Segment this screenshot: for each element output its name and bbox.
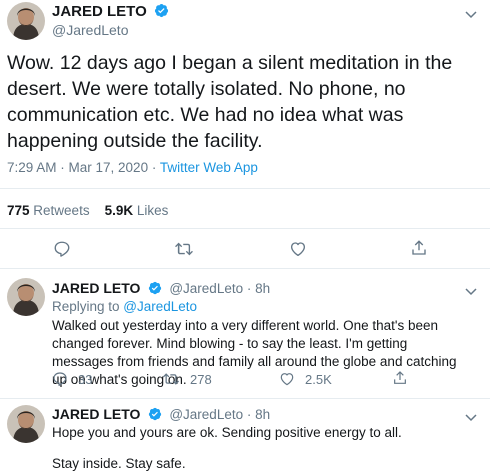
retweets-stat[interactable]: 775 Retweets: [7, 203, 90, 218]
reply-text: Walked out yesterday into a very differe…: [52, 318, 457, 387]
likes-count: 5.9K: [104, 203, 134, 218]
reply-button[interactable]: 33: [52, 371, 92, 387]
share-icon: [394, 371, 406, 384]
reply-count: 33: [78, 371, 93, 387]
reply-icon: [53, 372, 67, 386]
reply-author-name[interactable]: JARED LETO: [52, 280, 140, 296]
replying-to: Replying to @JaredLeto: [52, 299, 197, 314]
verified-badge-icon: [154, 3, 169, 23]
like-count: 2.5K: [305, 371, 332, 387]
like-button[interactable]: 2.5K: [279, 371, 332, 387]
reply-author-row: JARED LETO @JaredLeto · 8h: [52, 280, 270, 300]
main-tweet-source[interactable]: Twitter Web App: [160, 160, 258, 175]
reply-author-row: JARED LETO @JaredLeto · 8h: [52, 406, 270, 426]
main-avatar[interactable]: [7, 2, 45, 40]
reply-author-handle[interactable]: @JaredLeto · 8h: [169, 407, 270, 422]
retweet-icon[interactable]: [174, 240, 194, 263]
main-tweet-text: Wow. 12 days ago I began a silent medita…: [7, 52, 453, 152]
divider: [0, 188, 490, 189]
share-button[interactable]: [392, 370, 408, 386]
reply-author-name[interactable]: JARED LETO: [52, 406, 140, 422]
chevron-down-icon[interactable]: [465, 6, 477, 24]
main-tweet-meta: 7:29 AM · Mar 17, 2020 · Twitter Web App: [7, 160, 258, 175]
retweet-count: 278: [190, 371, 212, 387]
reply-icon[interactable]: [53, 240, 71, 263]
reply-avatar[interactable]: [7, 278, 45, 316]
retweets-label: Retweets: [33, 203, 90, 218]
share-icon[interactable]: [410, 239, 428, 262]
main-author-handle[interactable]: @JaredLeto: [52, 22, 128, 38]
like-icon[interactable]: [289, 240, 307, 263]
main-author-name[interactable]: JARED LETO: [52, 3, 147, 20]
replying-prefix: Replying to: [52, 299, 124, 314]
avatar-photo: [7, 2, 45, 40]
replying-to-link[interactable]: @JaredLeto: [123, 299, 197, 314]
divider: [0, 398, 490, 399]
avatar-photo: [7, 405, 45, 443]
chevron-down-icon[interactable]: [465, 283, 477, 301]
reply-text-line: Hope you and yours are ok. Sending posit…: [52, 425, 402, 440]
main-tweet-stats: 775 Retweets 5.9K Likes: [7, 203, 168, 218]
divider: [0, 228, 490, 229]
like-icon: [280, 373, 294, 386]
reply-author-handle[interactable]: @JaredLeto · 8h: [169, 281, 270, 296]
retweets-count: 775: [7, 203, 30, 218]
verified-badge-icon: [148, 281, 162, 300]
reply-avatar[interactable]: [7, 405, 45, 443]
reply-text-line: Stay inside. Stay safe.: [52, 456, 186, 471]
divider: [0, 268, 490, 269]
likes-label: Likes: [136, 203, 169, 218]
retweet-button[interactable]: 278: [162, 371, 212, 387]
likes-stat[interactable]: 5.9K Likes: [105, 203, 169, 218]
avatar-photo: [7, 278, 45, 316]
main-author-row: JARED LETO: [52, 3, 169, 23]
retweet-icon: [162, 373, 180, 385]
main-tweet-time[interactable]: 7:29 AM · Mar 17, 2020 ·: [7, 160, 160, 175]
